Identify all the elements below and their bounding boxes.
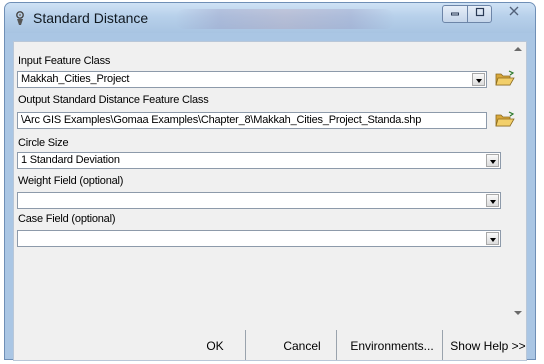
close-button[interactable] [499, 5, 529, 23]
maximize-icon [475, 7, 484, 17]
footer-divider [245, 330, 246, 360]
scroll-up-icon[interactable] [514, 47, 522, 51]
tool-icon [12, 10, 28, 26]
close-icon [509, 6, 519, 16]
input-feature-class-combo[interactable]: Makkah_Cities_Project [17, 71, 487, 88]
title-bar-glass [175, 9, 395, 29]
footer-divider [336, 330, 337, 360]
case-field-combo[interactable] [17, 230, 501, 247]
output-feature-class-label: Output Standard Distance Feature Class [18, 94, 209, 106]
chevron-down-icon[interactable] [486, 154, 499, 167]
input-feature-class-label: Input Feature Class [18, 55, 111, 67]
title-bar[interactable]: Standard Distance [5, 3, 535, 33]
input-feature-class-value: Makkah_Cities_Project [21, 73, 130, 85]
output-feature-class-field[interactable]: \Arc GIS Examples\Gomaa Examples\Chapter… [17, 112, 487, 129]
circle-size-label: Circle Size [18, 137, 69, 149]
window-title: Standard Distance [33, 10, 149, 26]
ok-button[interactable]: OK [192, 333, 238, 359]
minimize-button[interactable] [442, 5, 468, 23]
standard-distance-dialog: Standard Distance Input Feature Class Ma… [4, 2, 536, 361]
cancel-button[interactable]: Cancel [274, 333, 330, 359]
scroll-down-icon[interactable] [514, 311, 522, 315]
chevron-down-icon[interactable] [486, 232, 499, 245]
show-help-button[interactable]: Show Help >> [448, 333, 528, 359]
environments-button[interactable]: Environments... [346, 333, 438, 359]
weight-field-combo[interactable] [17, 192, 501, 209]
case-field-label: Case Field (optional) [18, 213, 116, 225]
weight-field-label: Weight Field (optional) [18, 175, 124, 187]
chevron-down-icon[interactable] [486, 194, 499, 207]
vertical-scrollbar[interactable] [510, 43, 525, 323]
footer-divider [442, 330, 443, 360]
circle-size-combo[interactable]: 1 Standard Deviation [17, 152, 501, 169]
maximize-button[interactable] [467, 5, 492, 23]
chevron-down-icon[interactable] [472, 73, 485, 86]
output-feature-class-value: \Arc GIS Examples\Gomaa Examples\Chapter… [21, 114, 422, 126]
circle-size-value: 1 Standard Deviation [21, 154, 120, 166]
minimize-icon [451, 12, 459, 16]
dialog-body: Input Feature Class Makkah_Cities_Projec… [13, 41, 527, 361]
